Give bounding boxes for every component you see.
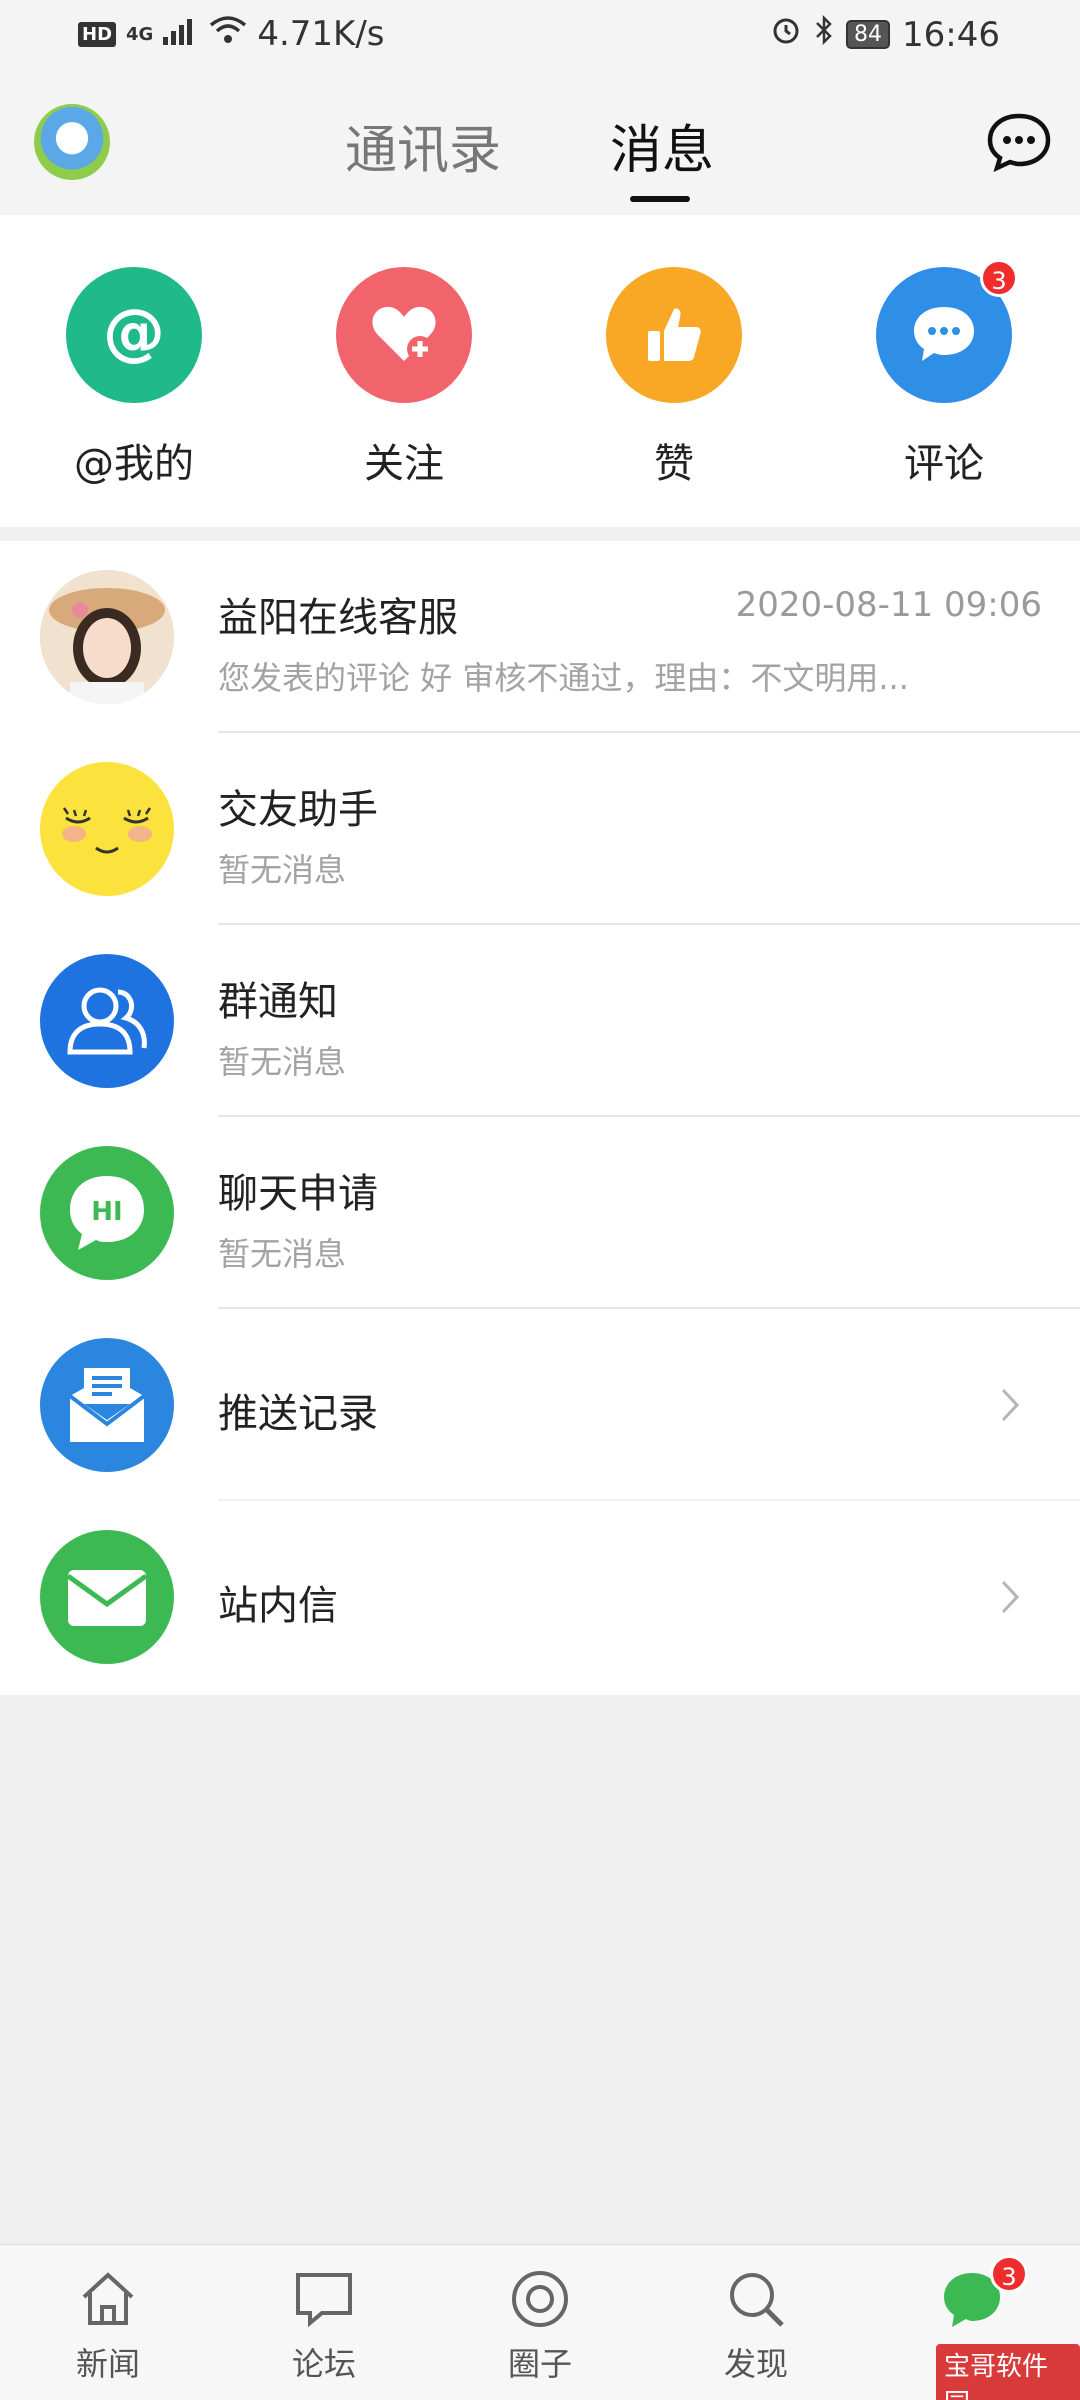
watermark: 宝哥软件园 <box>936 2344 1080 2400</box>
status-bar: HD 4G 4.71K/s 84 16:46 <box>0 0 1080 72</box>
circle-icon <box>508 2267 572 2331</box>
nav-label: 新闻 <box>75 2345 140 2383</box>
list-item[interactable]: 群通知 暂无消息 <box>0 925 1080 1117</box>
comment-badge: 3 <box>980 259 1018 297</box>
mail-icon <box>40 1530 174 1664</box>
chevron-right-icon <box>1001 1580 1020 1614</box>
message-preview: 您发表的评论 好 审核不通过，理由：不文明用... <box>218 659 909 697</box>
top-header: 通讯录 消息 <box>0 72 1080 215</box>
message-name: 聊天申请 <box>218 1171 378 1217</box>
heart-plus-icon <box>336 267 472 403</box>
network-speed: 4.71K/s <box>257 14 385 54</box>
signal-icon <box>163 14 199 54</box>
hi-bubble-icon: HI <box>40 1146 174 1280</box>
quick-action-at-me[interactable]: @ @我的 <box>34 267 234 489</box>
quick-action-label: 赞 <box>654 441 694 487</box>
nav-label: 发现 <box>723 2345 788 2383</box>
profile-avatar[interactable] <box>34 104 110 180</box>
message-name: 交友助手 <box>218 787 378 833</box>
list-item[interactable]: 交友助手 暂无消息 <box>0 733 1080 925</box>
quick-action-follow[interactable]: 关注 <box>304 267 504 489</box>
user-photo-avatar <box>40 570 174 704</box>
tab-contacts[interactable]: 通讯录 <box>345 108 501 183</box>
alarm-icon <box>770 14 802 55</box>
home-icon <box>76 2267 140 2331</box>
comment-icon: 3 <box>876 259 1018 403</box>
messages-badge: 3 <box>990 2255 1028 2293</box>
chevron-right-icon <box>1001 1388 1020 1422</box>
message-name: 益阳在线客服 <box>218 595 458 641</box>
message-name: 群通知 <box>218 979 338 1025</box>
message-name: 站内信 <box>218 1583 338 1629</box>
message-list: 益阳在线客服 2020-08-11 09:06 您发表的评论 好 审核不通过，理… <box>0 541 1080 1695</box>
quick-action-comment[interactable]: 3 评论 <box>844 259 1044 489</box>
message-preview: 暂无消息 <box>218 1043 347 1081</box>
chat-bubble-icon[interactable] <box>986 112 1052 173</box>
status-right: 84 16:46 <box>770 14 1000 55</box>
quick-actions-panel: @ @我的 关注 赞 3 评论 <box>0 215 1080 527</box>
forum-icon <box>292 2267 356 2331</box>
push-record-icon <box>40 1338 174 1472</box>
status-left: HD 4G 4.71K/s <box>78 14 385 54</box>
nav-label: 圈子 <box>507 2345 572 2383</box>
smiley-icon <box>40 762 174 896</box>
bluetooth-icon <box>814 14 834 55</box>
svg-text:@: @ <box>103 295 165 368</box>
at-icon: @ <box>66 267 202 403</box>
nav-item-discover[interactable]: 发现 <box>676 2267 836 2385</box>
battery-level: 84 <box>846 20 891 49</box>
active-tab-indicator <box>630 196 690 202</box>
list-item[interactable]: 推送记录 <box>0 1309 1080 1501</box>
network-label: 4G <box>126 23 154 45</box>
nav-label: 论坛 <box>291 2345 356 2383</box>
message-preview: 暂无消息 <box>218 1235 347 1273</box>
wifi-icon <box>209 14 247 54</box>
quick-action-label: 评论 <box>904 441 984 487</box>
nav-item-forum[interactable]: 论坛 <box>244 2267 404 2385</box>
message-icon: 3 <box>940 2255 1028 2331</box>
thumbs-up-icon <box>606 267 742 403</box>
hd-badge: HD <box>78 21 117 47</box>
clock: 16:46 <box>902 14 1000 55</box>
list-item[interactable]: HI 聊天申请 暂无消息 <box>0 1117 1080 1309</box>
group-icon <box>40 954 174 1088</box>
message-time: 2020-08-11 09:06 <box>735 585 1042 625</box>
list-item[interactable]: 站内信 <box>0 1501 1080 1693</box>
tab-messages[interactable]: 消息 <box>610 108 714 183</box>
nav-item-circle[interactable]: 圈子 <box>460 2267 620 2385</box>
list-item[interactable]: 益阳在线客服 2020-08-11 09:06 您发表的评论 好 审核不通过，理… <box>0 541 1080 733</box>
search-icon <box>724 2267 788 2331</box>
quick-action-label: 关注 <box>364 441 444 487</box>
quick-action-label: @我的 <box>74 441 194 487</box>
bottom-nav: 新闻 论坛 圈子 发现 3 消息 <box>0 2244 1080 2400</box>
nav-item-news[interactable]: 新闻 <box>28 2267 188 2385</box>
message-name: 推送记录 <box>218 1391 378 1437</box>
message-preview: 暂无消息 <box>218 851 347 889</box>
quick-action-like[interactable]: 赞 <box>574 267 774 489</box>
svg-text:HI: HI <box>91 1197 122 1227</box>
